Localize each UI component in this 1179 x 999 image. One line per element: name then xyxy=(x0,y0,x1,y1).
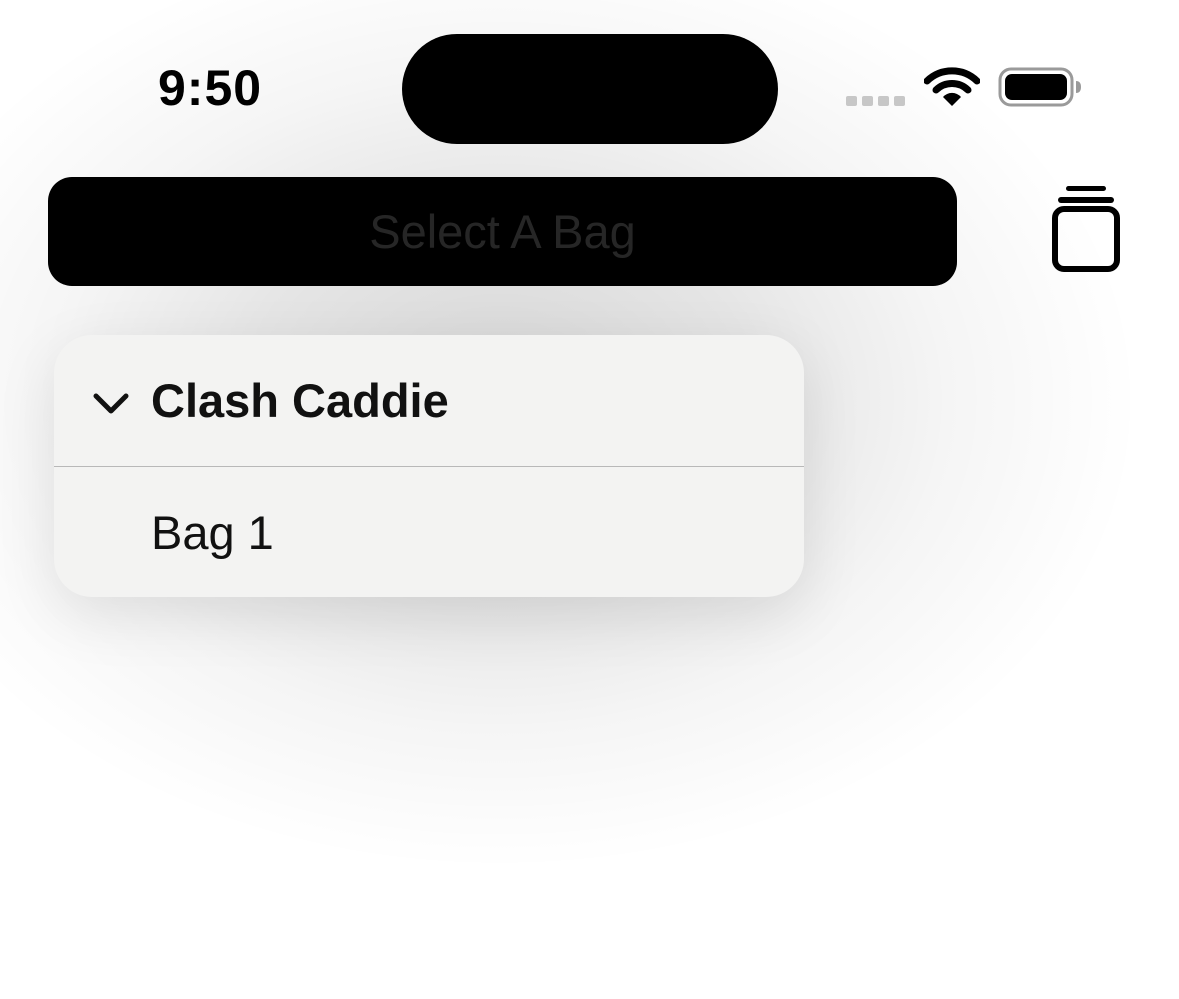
chevron-down-icon xyxy=(93,393,129,414)
cellular-signal-icon xyxy=(846,96,905,106)
dynamic-island xyxy=(402,34,778,144)
select-bag-label: Select A Bag xyxy=(369,204,636,258)
trash-icon xyxy=(1052,186,1120,272)
status-time: 9:50 xyxy=(158,60,263,116)
menu-section-title: Clash Caddie xyxy=(151,374,449,427)
menu-section-header[interactable]: Clash Caddie xyxy=(54,335,804,466)
battery-icon xyxy=(998,67,1081,107)
menu-item-label: Bag 1 xyxy=(151,506,274,559)
menu-item-bag-1[interactable]: Bag 1 xyxy=(54,467,804,597)
trash-button[interactable] xyxy=(1046,182,1126,276)
bag-menu: Clash Caddie Bag 1 xyxy=(54,335,804,597)
wifi-icon xyxy=(924,67,980,106)
select-bag-button[interactable]: Select A Bag xyxy=(48,177,957,286)
